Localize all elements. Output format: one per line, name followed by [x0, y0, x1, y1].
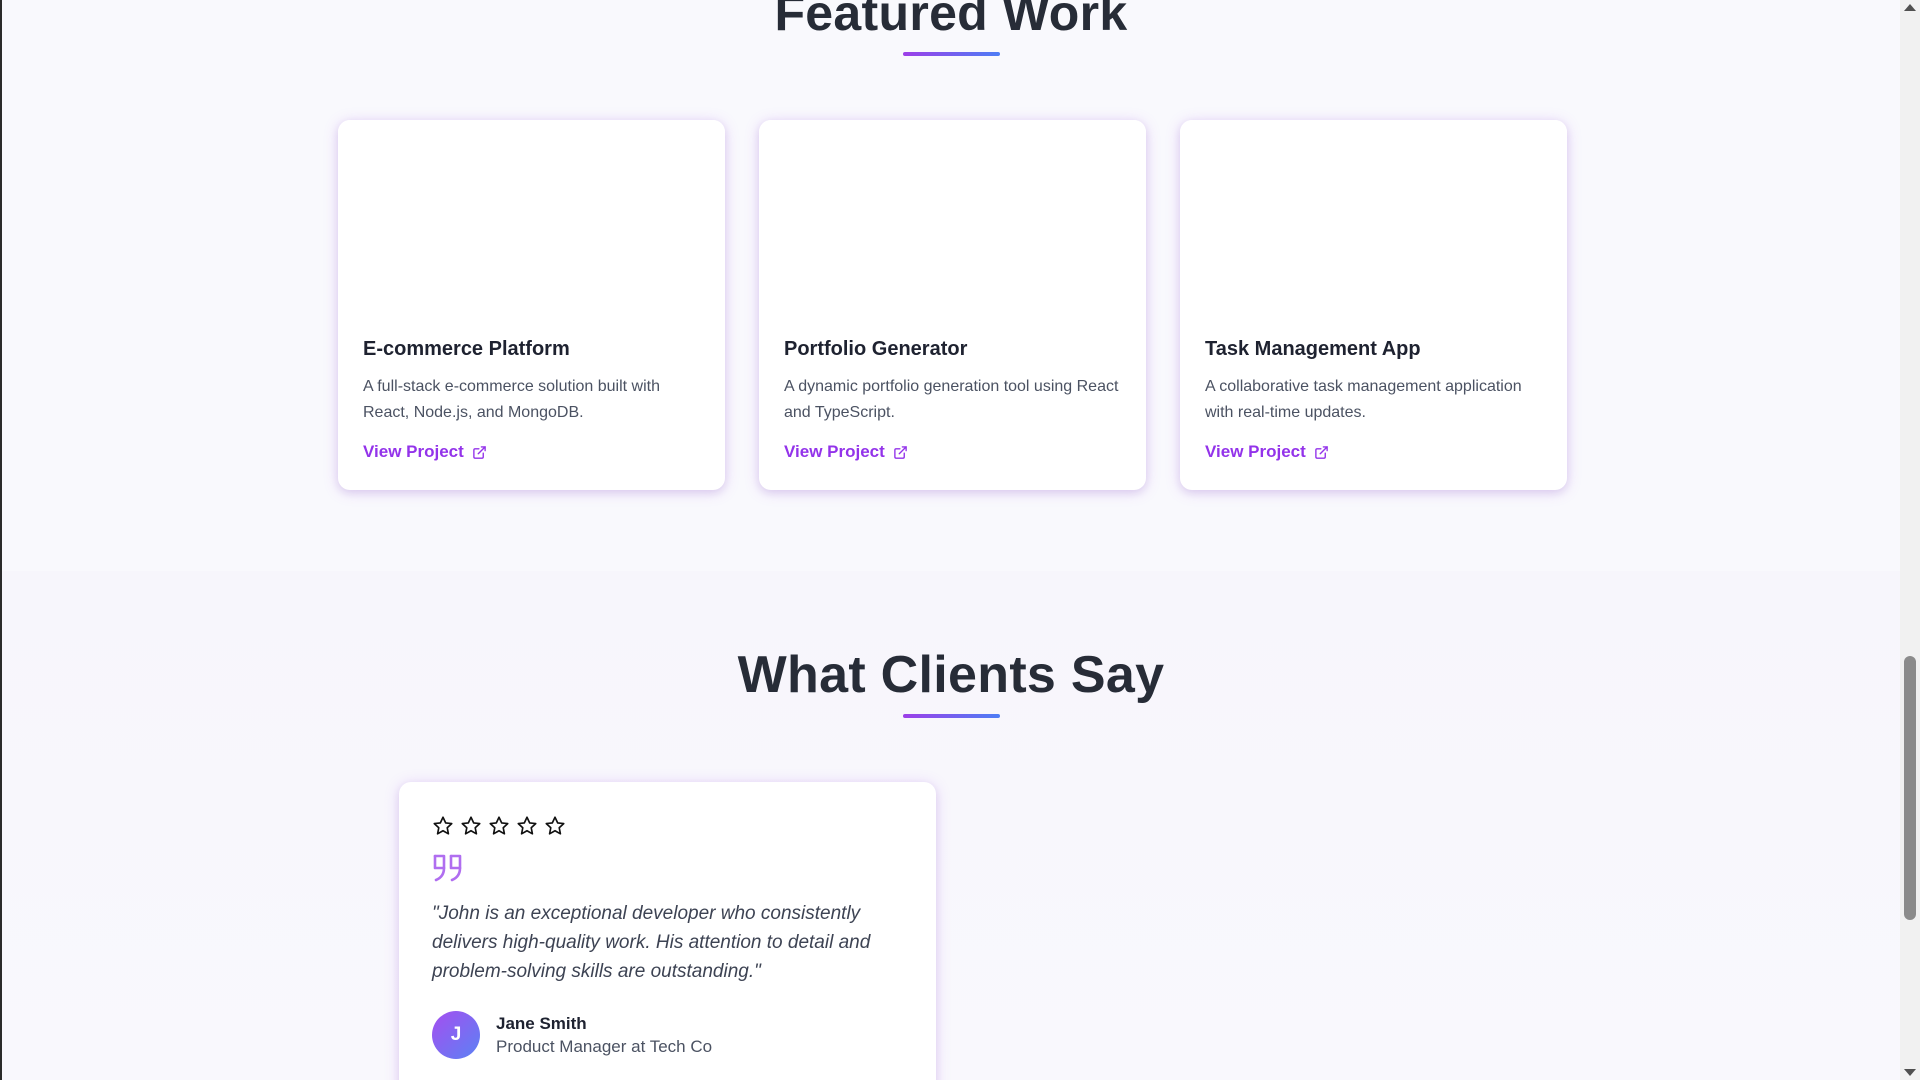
view-project-label: View Project — [363, 442, 464, 461]
project-description: A full-stack e-commerce solution built w… — [363, 378, 660, 421]
project-title: E-commerce Platform — [363, 338, 570, 360]
scroll-down-arrow-icon[interactable] — [1904, 1069, 1916, 1076]
star-outline-icon — [545, 816, 565, 835]
star-outline-icon — [461, 816, 481, 835]
view-project-link[interactable]: View Project — [784, 442, 908, 462]
external-link-icon — [472, 445, 486, 459]
star-rating — [432, 815, 566, 837]
testimonial-quote: "John is an exceptional developer who co… — [432, 903, 871, 982]
project-image — [338, 120, 725, 330]
testimonial-card: "John is an exceptional developer who co… — [399, 782, 936, 1080]
external-link-icon — [893, 445, 907, 459]
scrollbar-thumb[interactable] — [1904, 656, 1916, 920]
project-image — [759, 120, 1146, 330]
project-description: A dynamic portfolio generation tool usin… — [784, 378, 1119, 421]
page-scrollbar[interactable] — [1900, 0, 1920, 1080]
avatar: J — [432, 1011, 480, 1059]
view-project-link[interactable]: View Project — [1205, 442, 1329, 462]
testimonials-section: What Clients Say "John is an exceptional… — [2, 571, 1900, 1080]
testimonials-title: What Clients Say — [737, 646, 1165, 704]
featured-work-section: Featured Work E-commerce Platform A full… — [2, 0, 1900, 571]
project-card-task-management: Task Management App A collaborative task… — [1180, 120, 1567, 490]
author-role: Product Manager at Tech Co — [496, 1036, 713, 1056]
project-title: Task Management App — [1205, 338, 1421, 360]
star-outline-icon — [517, 816, 537, 835]
featured-title-underline — [903, 52, 1000, 56]
project-image — [1180, 120, 1567, 330]
window-edge — [0, 0, 2, 1080]
page-viewport: Featured Work E-commerce Platform A full… — [2, 0, 1900, 1080]
author-info: Jane Smith Product Manager at Tech Co — [496, 1014, 712, 1057]
view-project-label: View Project — [784, 442, 885, 461]
project-cards: E-commerce Platform A full-stack e-comme… — [335, 120, 1572, 492]
external-link-icon — [1314, 445, 1328, 459]
author-name: Jane Smith — [496, 1013, 587, 1033]
project-description: A collaborative task management applicat… — [1205, 378, 1522, 421]
testimonial-author: J Jane Smith Product Manager at Tech Co — [432, 1011, 712, 1059]
view-project-link[interactable]: View Project — [363, 442, 487, 462]
scroll-up-arrow-icon[interactable] — [1904, 4, 1916, 11]
star-outline-icon — [489, 816, 509, 835]
quote-icon — [433, 854, 462, 882]
testimonials-title-underline — [903, 714, 1000, 718]
featured-work-title: Featured Work — [774, 0, 1128, 41]
project-card-ecommerce: E-commerce Platform A full-stack e-comme… — [338, 120, 725, 490]
project-card-portfolio: Portfolio Generator A dynamic portfolio … — [759, 120, 1146, 490]
project-title: Portfolio Generator — [784, 338, 968, 360]
star-outline-icon — [433, 816, 453, 835]
view-project-label: View Project — [1205, 442, 1306, 461]
